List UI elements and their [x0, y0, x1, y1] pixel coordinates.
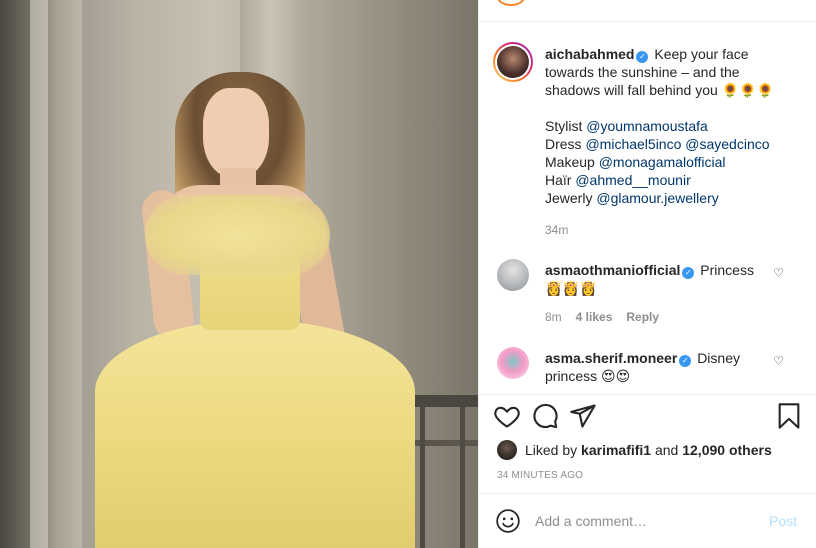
- caption: aichabahmed ✓ Keep your face towards the …: [545, 45, 795, 239]
- comment-like-heart-icon[interactable]: ♡: [773, 354, 784, 368]
- mention-link[interactable]: @youmnamoustafa: [586, 118, 708, 134]
- commenter-avatar[interactable]: [497, 347, 529, 379]
- liker-avatar[interactable]: [497, 440, 517, 460]
- comment-text-continued: princess 😍😍: [545, 368, 631, 384]
- comment-meta: 8m 4 likes Reply: [545, 310, 659, 324]
- mention-link[interactable]: @glamour.jewellery: [596, 190, 718, 206]
- bookmark-icon[interactable]: [775, 402, 803, 430]
- mention-link[interactable]: @sayedcinco: [685, 136, 769, 152]
- comment: asmaothmaniofficial ✓ Princess 👸👸👸: [545, 261, 765, 297]
- action-bar: [493, 402, 803, 434]
- header-divider: [479, 21, 816, 22]
- credit-line: Jewerly @glamour.jewellery: [545, 190, 719, 206]
- photo-subject-skirt: [95, 320, 415, 548]
- smiley-icon[interactable]: [495, 508, 521, 534]
- header-avatar-partial[interactable]: [497, 0, 525, 6]
- credit-line: Stylist @youmnamoustafa: [545, 118, 708, 134]
- liker-username[interactable]: karimafifi1: [581, 442, 651, 458]
- instagram-post: aichabahmed ✓ Keep your face towards the …: [0, 0, 816, 548]
- likes-count[interactable]: 12,090 others: [682, 442, 772, 458]
- comment-bubble-icon[interactable]: [531, 402, 559, 430]
- verified-badge-icon: ✓: [682, 267, 695, 279]
- paper-plane-icon[interactable]: [569, 402, 597, 430]
- photo-railing-bar: [420, 407, 425, 548]
- comment-reply-button[interactable]: Reply: [626, 310, 659, 324]
- mention-link[interactable]: @michael5inco: [585, 136, 681, 152]
- add-comment-input[interactable]: [535, 510, 735, 532]
- actions-divider: [479, 394, 816, 395]
- verified-badge-icon: ✓: [679, 355, 692, 367]
- photo-subject-feathers: [145, 195, 330, 275]
- add-comment-bar: Post: [479, 493, 816, 548]
- caption-username[interactable]: aichabahmed: [545, 46, 634, 62]
- comment-text: Princess: [700, 262, 754, 278]
- mention-link[interactable]: @ahmed__mounir: [575, 172, 690, 188]
- credit-line: Makeup @monagamalofficial: [545, 154, 726, 170]
- author-avatar[interactable]: [493, 42, 533, 82]
- photo-frame-strip: [30, 0, 48, 548]
- comment-text: Disney: [697, 350, 740, 366]
- post-timestamp[interactable]: 34 MINUTES AGO: [497, 470, 583, 481]
- comment-username[interactable]: asmaothmaniofficial: [545, 262, 680, 278]
- mention-link[interactable]: @monagamalofficial: [599, 154, 726, 170]
- comment-like-heart-icon[interactable]: ♡: [773, 266, 784, 280]
- post-sidebar: aichabahmed ✓ Keep your face towards the …: [478, 0, 816, 548]
- comment-username[interactable]: asma.sherif.moneer: [545, 350, 677, 366]
- comment: asma.sherif.moneer ✓ Disney princess 😍😍: [545, 349, 765, 385]
- comment-likes[interactable]: 4 likes: [576, 310, 613, 324]
- photo-subject-face: [203, 88, 269, 178]
- comment-time[interactable]: 8m: [545, 310, 562, 324]
- photo-railing-bar: [460, 407, 465, 548]
- comment-emoji: 👸👸👸: [545, 280, 598, 296]
- post-comment-button[interactable]: Post: [769, 513, 797, 529]
- credit-line: Dress @michael5inco @sayedcinco: [545, 136, 770, 152]
- commenter-avatar[interactable]: [497, 259, 529, 291]
- verified-badge-icon: ✓: [636, 51, 649, 63]
- heart-icon[interactable]: [493, 402, 521, 430]
- post-photo[interactable]: [0, 0, 478, 548]
- credit-line: Haïr @ahmed__mounir: [545, 172, 691, 188]
- caption-time[interactable]: 34m: [545, 221, 795, 239]
